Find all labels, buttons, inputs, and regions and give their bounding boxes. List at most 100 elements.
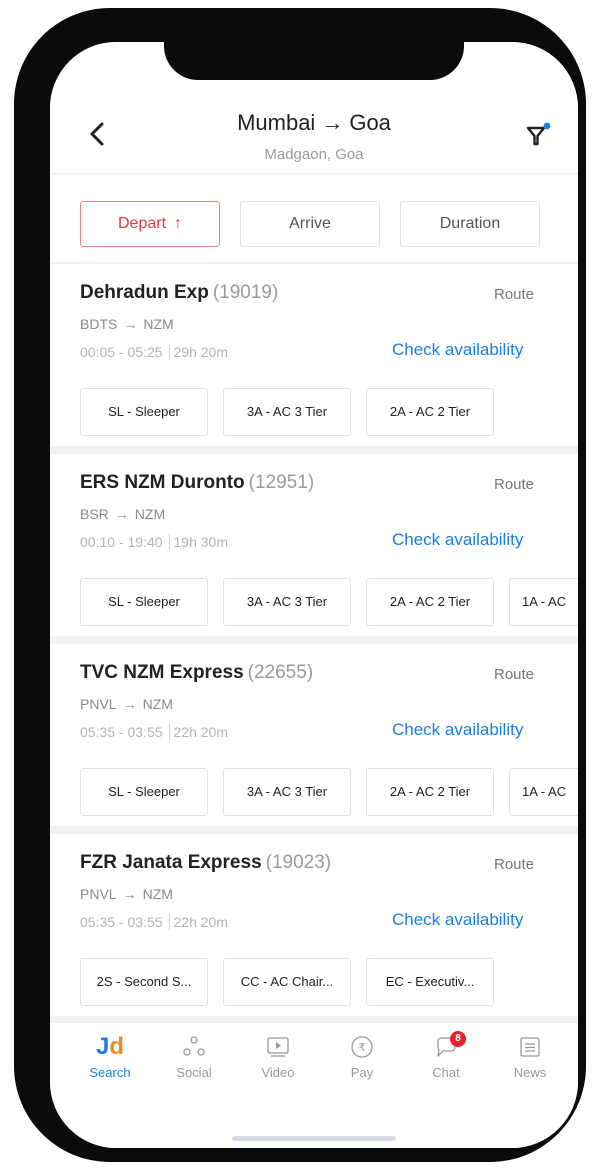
train-number: (12951) (248, 472, 315, 493)
sort-duration-button[interactable]: Duration (400, 201, 540, 247)
train-number: (19023) (265, 852, 332, 873)
route-link[interactable]: Route (494, 476, 534, 493)
sort-up-arrow-icon: ↑ (174, 215, 183, 232)
class-chip[interactable]: EC - Executiv... (366, 958, 494, 1006)
sort-depart-label: Depart (117, 215, 167, 232)
from-station: BSR (80, 506, 109, 522)
train-times: 05:35 - 03:55 22h 20m (80, 724, 228, 740)
journey-duration: 22h 20m (168, 914, 228, 930)
nav-social-label: Social (176, 1065, 212, 1080)
route-link[interactable]: Route (494, 856, 534, 873)
to-station: NZM (134, 506, 166, 522)
filter-button[interactable] (524, 120, 554, 150)
from-station: PNVL (80, 696, 117, 712)
svg-text:₹: ₹ (359, 1041, 366, 1054)
nav-news[interactable]: News (500, 1035, 560, 1080)
train-name: ERS NZM Duronto (12951) (80, 472, 314, 494)
route-link[interactable]: Route (494, 286, 534, 303)
to-station: NZM (142, 696, 173, 712)
class-options: SL - Sleeper 3A - AC 3 Tier 2A - AC 2 Ti… (80, 388, 578, 438)
journey-duration: 22h 20m (168, 724, 228, 740)
logo-d: d (109, 1033, 125, 1060)
class-options: SL - Sleeper 3A - AC 3 Tier 2A - AC 2 Ti… (80, 578, 578, 628)
destination-city: Goa (349, 110, 391, 135)
nav-news-label: News (513, 1065, 547, 1080)
nav-social[interactable]: Social (164, 1035, 224, 1080)
nav-search[interactable]: Jd Search (80, 1035, 140, 1081)
route-link[interactable]: Route (494, 666, 534, 683)
nav-video-label: Video (261, 1065, 295, 1080)
origin-city: Mumbai (237, 110, 316, 135)
nav-search-label: Search (89, 1065, 131, 1080)
phone-notch (164, 42, 464, 80)
journey-duration: 19h 30m (168, 534, 228, 550)
to-station: NZM (142, 886, 173, 902)
logo-j: J (95, 1033, 110, 1060)
class-chip[interactable]: SL - Sleeper (80, 578, 208, 626)
class-chip[interactable]: 1A - AC (509, 578, 578, 626)
sort-bar: Depart ↑ Arrive Duration (50, 175, 578, 262)
social-icon (183, 1036, 205, 1056)
nav-chat-label: Chat (432, 1065, 460, 1080)
train-card[interactable]: TVC NZM Express (22655) Route PNVL → NZM 05… (50, 644, 578, 826)
class-chip[interactable]: 3A - AC 3 Tier (223, 578, 351, 626)
train-name-text: ERS NZM Duronto (80, 472, 245, 493)
train-name-text: TVC NZM Express (80, 662, 244, 683)
train-card[interactable]: Dehradun Exp (19019) Route BDTS → NZM 00:05… (50, 264, 578, 446)
station-codes: PNVL → NZM (80, 696, 173, 712)
check-availability-link[interactable]: Check availability (392, 720, 523, 740)
class-chip[interactable]: 2A - AC 2 Tier (366, 388, 494, 436)
class-chip[interactable]: SL - Sleeper (80, 388, 208, 436)
station-codes: BSR → NZM (80, 506, 165, 522)
from-station: BDTS (80, 316, 118, 332)
news-icon (520, 1037, 540, 1057)
station-arrow: → (123, 316, 138, 332)
class-options: SL - Sleeper 3A - AC 3 Tier 2A - AC 2 Ti… (80, 768, 578, 818)
sort-depart-button[interactable]: Depart ↑ (80, 201, 220, 247)
nav-video[interactable]: Video (248, 1035, 308, 1080)
train-card[interactable]: ERS NZM Duronto (12951) Route BSR → NZM 00:… (50, 454, 578, 636)
train-name-text: FZR Janata Express (80, 852, 262, 873)
time-range: 00:10 - 19:40 (80, 534, 163, 550)
class-chip[interactable]: 3A - AC 3 Tier (223, 768, 351, 816)
train-name: Dehradun Exp (19019) (80, 282, 278, 304)
time-range: 05:35 - 03:55 (80, 724, 163, 740)
nav-pay[interactable]: ₹ Pay (332, 1035, 392, 1080)
nav-pay-label: Pay (350, 1065, 374, 1080)
title-arrow: → (321, 110, 344, 135)
app-screen: Mumbai → Goa Madgaon, Goa Depart ↑ Arrive D… (50, 42, 578, 1148)
train-name-text: Dehradun Exp (80, 282, 209, 303)
station-arrow: → (122, 886, 137, 902)
filter-icon (526, 122, 551, 146)
station-codes: BDTS → NZM (80, 316, 174, 332)
train-number: (19019) (212, 282, 279, 303)
nav-chat[interactable]: 8 Chat (416, 1031, 476, 1080)
train-name: TVC NZM Express (22655) (80, 662, 313, 684)
time-range: 05:35 - 03:55 (80, 914, 163, 930)
sort-arrive-button[interactable]: Arrive (240, 201, 380, 247)
class-chip[interactable]: 1A - AC (509, 768, 578, 816)
bottom-nav-bar: Jd Search Social Video ₹ Pay 8 Chat News (50, 1022, 578, 1148)
class-chip[interactable]: 2A - AC 2 Tier (366, 768, 494, 816)
class-chip[interactable]: CC - AC Chair... (223, 958, 351, 1006)
to-station: NZM (143, 316, 174, 332)
class-chip[interactable]: 2A - AC 2 Tier (366, 578, 494, 626)
train-times: 05:35 - 03:55 22h 20m (80, 914, 228, 930)
home-indicator[interactable] (232, 1136, 396, 1141)
chat-badge: 8 (450, 1031, 466, 1047)
station-arrow: → (122, 696, 137, 712)
video-icon (267, 1037, 289, 1057)
jd-logo-icon: Jd (80, 1035, 140, 1059)
class-chip[interactable]: 2S - Second S... (80, 958, 208, 1006)
journey-duration: 29h 20m (168, 344, 228, 360)
check-availability-link[interactable]: Check availability (392, 530, 523, 550)
class-chip[interactable]: SL - Sleeper (80, 768, 208, 816)
check-availability-link[interactable]: Check availability (392, 910, 523, 930)
train-name: FZR Janata Express (19023) (80, 852, 331, 874)
train-card[interactable]: FZR Janata Express (19023) Route PNVL → NZM… (50, 834, 578, 1016)
class-chip[interactable]: 3A - AC 3 Tier (223, 388, 351, 436)
check-availability-link[interactable]: Check availability (392, 340, 523, 360)
rupee-icon: ₹ (351, 1036, 373, 1058)
train-number: (22655) (247, 662, 314, 683)
train-times: 00:10 - 19:40 19h 30m (80, 534, 228, 550)
